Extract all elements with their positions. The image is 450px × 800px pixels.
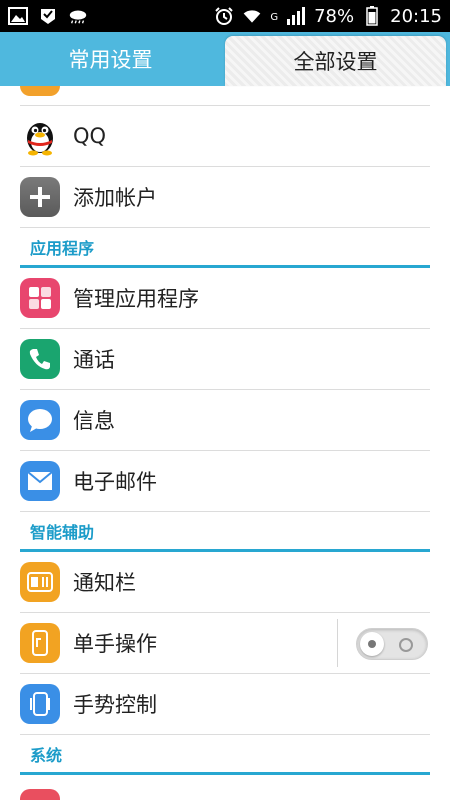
gesture-icon: [20, 684, 60, 724]
notification-bar-icon: [20, 562, 60, 602]
status-bar: G 78% 20:15: [0, 0, 450, 32]
tab-all-settings[interactable]: 全部设置: [225, 36, 446, 86]
list-item-label: 添加帐户: [73, 186, 157, 210]
clock: 20:15: [390, 5, 442, 27]
one-hand-toggle[interactable]: [356, 628, 428, 660]
settings-tabs: 常用设置 全部设置: [0, 32, 450, 86]
apps-grid-icon: [20, 278, 60, 318]
app-notification-icon: [38, 7, 58, 25]
tab-label: 全部设置: [293, 50, 378, 74]
list-item-qq[interactable]: QQ: [20, 106, 430, 167]
list-item-manage-apps[interactable]: 管理应用程序: [20, 268, 430, 329]
section-header-assist: 智能辅助: [20, 512, 430, 552]
list-item-label: 管理应用程序: [73, 287, 199, 311]
list-item-messages[interactable]: 信息: [20, 390, 430, 451]
list-item-label: QQ: [73, 124, 107, 148]
network-type: G: [270, 11, 279, 23]
signal-icon: [286, 7, 306, 25]
settings-list[interactable]: QQ 添加帐户 应用程序 管理应用程序 通话 信息 电子邮件 智能辅助 通知栏 …: [0, 86, 450, 800]
qq-penguin-icon: [20, 116, 60, 156]
list-item-label: 电子邮件: [73, 470, 157, 494]
list-item-gesture[interactable]: 手势控制: [20, 674, 430, 735]
list-item-label: 通知栏: [73, 571, 136, 595]
row-divider: [337, 619, 338, 667]
list-item-label: 通话: [73, 348, 115, 372]
list-item-add-account[interactable]: 添加帐户: [20, 167, 430, 228]
battery-percent: 78%: [314, 5, 355, 27]
section-header-system: 系统: [20, 735, 430, 775]
list-item-one-hand[interactable]: 单手操作: [20, 613, 430, 674]
list-item-label: 信息: [73, 409, 115, 433]
one-hand-icon: [20, 623, 60, 663]
image-notification-icon: [8, 7, 28, 25]
list-item-notification-bar[interactable]: 通知栏: [20, 552, 430, 613]
plus-icon: [20, 177, 60, 217]
battery-icon: [362, 6, 382, 26]
chat-bubble-icon: [20, 400, 60, 440]
weather-icon: [68, 7, 88, 25]
list-item-phone[interactable]: 通话: [20, 329, 430, 390]
list-item-partial[interactable]: [20, 775, 430, 800]
list-item-partial[interactable]: [20, 86, 430, 106]
list-item-email[interactable]: 电子邮件: [20, 451, 430, 512]
partial-app-icon: [20, 86, 60, 96]
section-header-apps: 应用程序: [20, 228, 430, 268]
phone-icon: [20, 339, 60, 379]
tab-label: 常用设置: [68, 48, 153, 72]
envelope-icon: [20, 461, 60, 501]
list-item-label: 单手操作: [73, 632, 157, 656]
partial-app-icon: [20, 789, 60, 800]
toggle-knob: [360, 632, 384, 656]
toggle-off-indicator: [399, 638, 413, 652]
alarm-icon: [214, 7, 234, 25]
list-item-label: 手势控制: [73, 693, 157, 717]
wifi-icon: [242, 7, 262, 25]
tab-common-settings[interactable]: 常用设置: [0, 32, 221, 86]
